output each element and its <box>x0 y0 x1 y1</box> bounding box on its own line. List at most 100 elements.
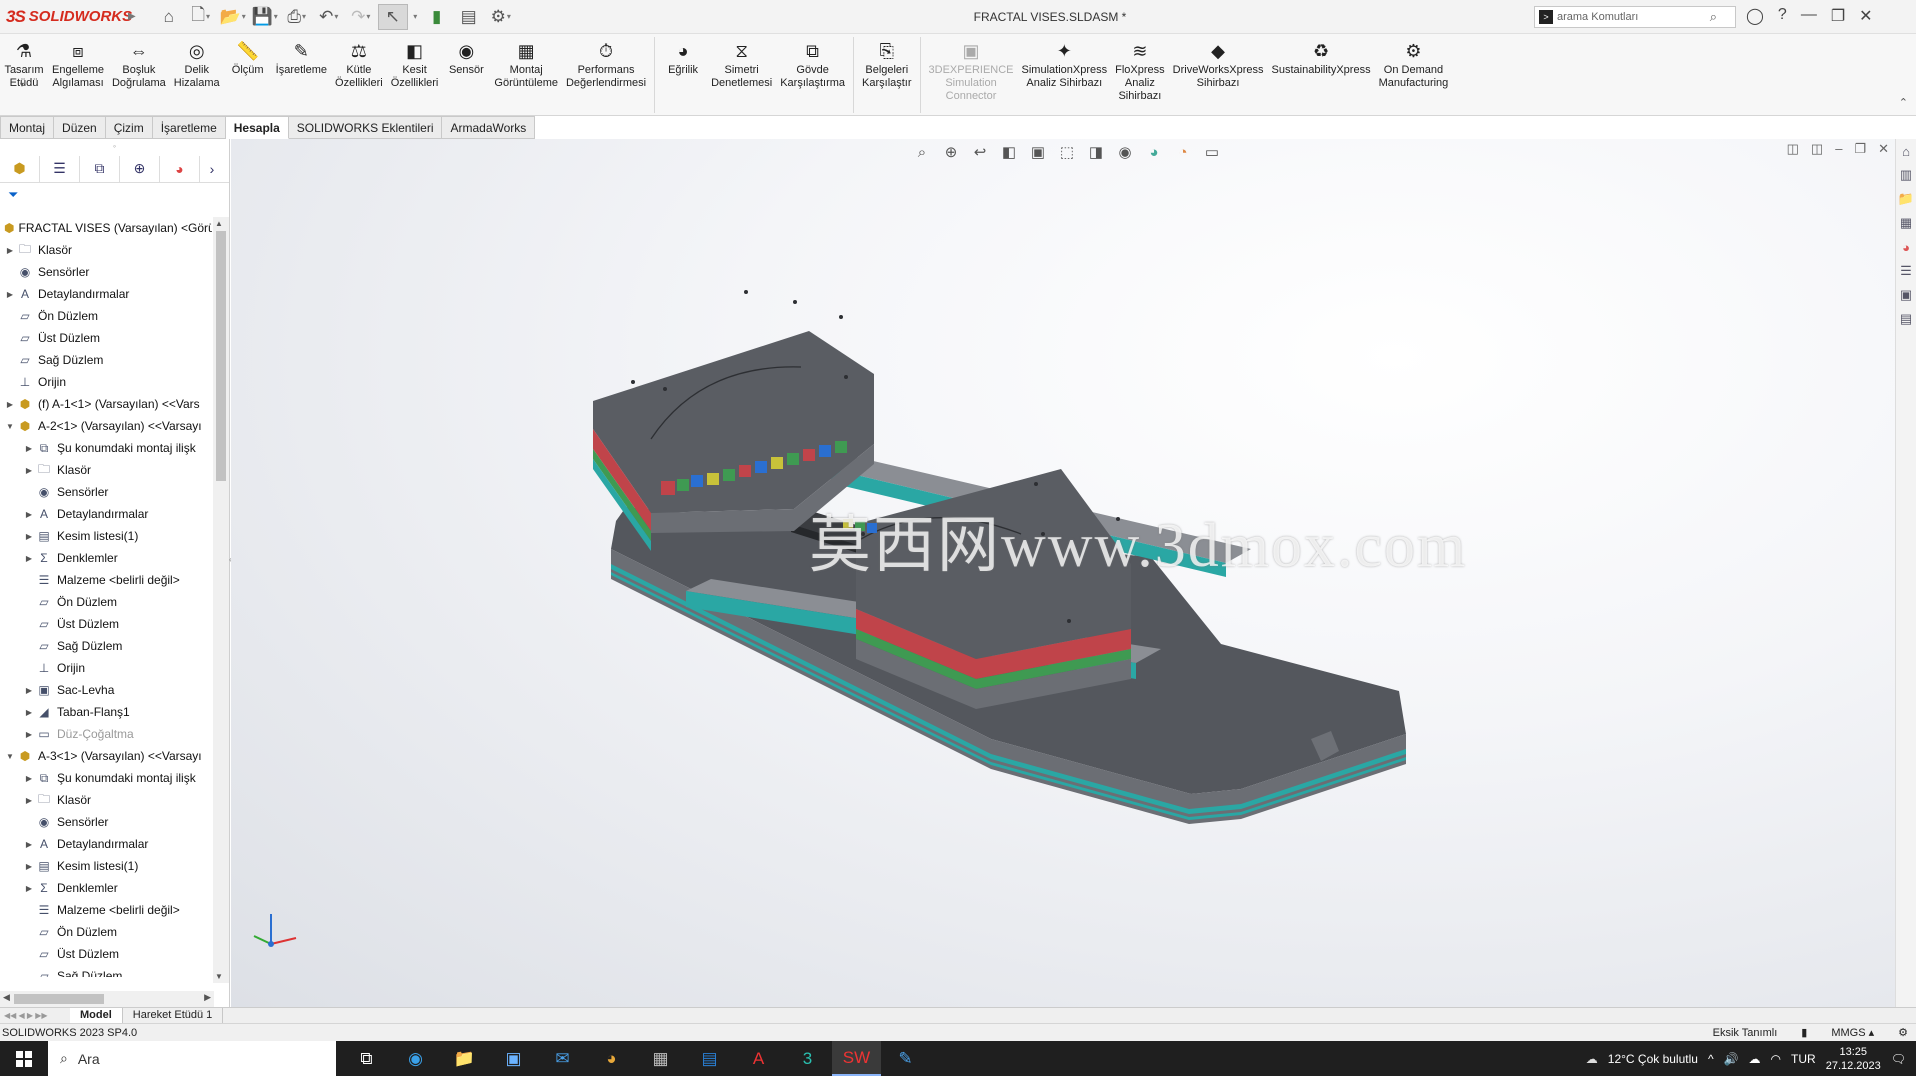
tree-item[interactable]: ▶ A Detaylandırmalar <box>0 833 212 855</box>
clock[interactable]: 13:25 27.12.2023 <box>1826 1045 1881 1073</box>
tree-item[interactable]: ▶ 🗀 Klasör <box>0 459 212 481</box>
taskbar-search[interactable]: ⌕ Ara <box>48 1041 336 1076</box>
view-settings-icon[interactable]: ▭ <box>1199 141 1225 163</box>
tree-item[interactable]: ▱ Ön Düzlem <box>0 591 212 613</box>
expand-arrow-icon[interactable]: ▶ <box>23 862 35 871</box>
rebuild-traffic-light-icon[interactable]: ▮ <box>422 4 452 30</box>
ribbon-button-assembly-view[interactable]: ▦ Montaj Görüntüleme <box>490 34 562 90</box>
expand-arrow-icon[interactable]: ▶ <box>23 840 35 849</box>
tree-item[interactable]: ▱ Üst Düzlem <box>0 943 212 965</box>
unit-system[interactable]: MMGS ▴ <box>1831 1026 1874 1039</box>
tree-item[interactable]: ◉ Sensörler <box>0 261 212 283</box>
tree-item[interactable]: ⬢ FRACTAL VISES (Varsayılan) <Görün <box>0 217 212 239</box>
ribbon-button-clearance[interactable]: ⇔ Boşluk Doğrulama <box>108 34 170 90</box>
windows-start-icon[interactable] <box>0 1041 48 1076</box>
tree-item[interactable]: ▶ Σ Denklemler <box>0 877 212 899</box>
tree-item[interactable]: ▶ 🗀 Klasör <box>0 239 212 261</box>
edit-tool-icon[interactable]: ✎ <box>881 1041 930 1076</box>
view-orientation-icon[interactable]: ⬚ <box>1054 141 1080 163</box>
section-view-icon[interactable]: ◧ <box>996 141 1022 163</box>
expand-arrow-icon[interactable]: ▶ <box>23 532 35 541</box>
store-icon[interactable]: ▣ <box>489 1041 538 1076</box>
ribbon-button-3dx[interactable]: ▣ 3DEXPERIENCE Simulation Connector <box>925 34 1018 103</box>
home-icon[interactable]: ⌂ <box>154 4 184 30</box>
viewport-minimize-icon[interactable]: – <box>1835 141 1842 157</box>
tree-item[interactable]: ☰ Malzeme <belirli değil> <box>0 899 212 921</box>
tree-item[interactable]: ▱ Ön Düzlem <box>0 921 212 943</box>
appearances-icon[interactable]: ◕ <box>1896 235 1916 259</box>
tree-item[interactable]: ⊥ Orijin <box>0 657 212 679</box>
tab-2[interactable]: Çizim <box>105 116 153 139</box>
ribbon-button-section[interactable]: ◧ Kesit Özellikleri <box>387 34 443 90</box>
dynamic-annotation-icon[interactable]: ▣ <box>1025 141 1051 163</box>
ribbon-button-doc-compare[interactable]: ⎘ Belgeleri Karşılaştır <box>858 34 916 90</box>
tab-5[interactable]: SOLIDWORKS Eklentileri <box>288 116 443 139</box>
onedrive-icon[interactable]: ☁ <box>1749 1052 1761 1066</box>
expand-arrow-icon[interactable]: ▶ <box>23 708 35 717</box>
tree-item[interactable]: ▱ Üst Düzlem <box>0 327 212 349</box>
solidworks-taskbar-icon[interactable]: SW <box>832 1041 881 1076</box>
tree-item[interactable]: ▶ ◢ Taban-Flanş1 <box>0 701 212 723</box>
expand-arrow-icon[interactable]: ▶ <box>23 884 35 893</box>
ribbon-button-simxpress[interactable]: ✦ SimulationXpress Analiz Sihirbazı <box>1018 34 1112 90</box>
scroll-thumb[interactable] <box>216 231 226 481</box>
taskbar-search-input[interactable]: Ara <box>78 1051 100 1067</box>
help-icon[interactable]: ? <box>1778 6 1787 26</box>
search-icon[interactable]: ⌕ <box>1710 9 1717 25</box>
tab-4[interactable]: Hesapla <box>225 116 289 139</box>
tree-filter-icon[interactable]: ⏷ <box>0 183 229 207</box>
expand-arrow-icon[interactable]: ▶ <box>4 400 16 409</box>
tree-item[interactable]: ◉ Sensörler <box>0 481 212 503</box>
pointer-dropdown-icon[interactable]: ▾ <box>410 4 420 30</box>
ribbon-button-body-compare[interactable]: ⧉ Gövde Karşılaştırma <box>776 34 849 90</box>
tab-0[interactable]: Montaj <box>0 116 55 139</box>
ribbon-button-hole-align[interactable]: ◎ Delik Hizalama <box>170 34 224 90</box>
definition-status[interactable]: Eksik Tanımlı <box>1713 1027 1778 1039</box>
feature-manager-tab-icon[interactable]: ⬢ <box>0 155 40 182</box>
viewport-close-icon[interactable]: ✕ <box>1878 141 1889 157</box>
ribbon-button-sensor[interactable]: ◉ Sensör <box>442 34 490 77</box>
tree-item[interactable]: ☰ Malzeme <belirli değil> <box>0 569 212 591</box>
tree-item[interactable]: ▶ ▤ Kesim listesi(1) <box>0 525 212 547</box>
tree-item[interactable]: ▶ 🗀 Klasör <box>0 789 212 811</box>
ribbon-button-sustainability[interactable]: ♻ SustainabilityXpress <box>1268 34 1375 77</box>
open-icon[interactable]: 📂 ▾ <box>218 4 248 30</box>
panel-grip-icon[interactable]: ◦ <box>0 139 229 155</box>
customize-icon[interactable]: ⚙ <box>1898 1026 1908 1039</box>
solidworks-logo[interactable]: 3S SOLIDWORKS <box>0 7 132 27</box>
wifi-icon[interactable]: ◠ <box>1771 1052 1781 1066</box>
display-manager-tab-icon[interactable]: ◕ <box>160 155 200 182</box>
print-icon[interactable]: ⎙ ▾ <box>282 4 312 30</box>
tree-item[interactable]: ▼ ⬢ A-2<1> (Varsayılan) <<Varsayı <box>0 415 212 437</box>
edge-browser-icon[interactable]: ◉ <box>391 1041 440 1076</box>
ribbon-button-interference[interactable]: ⧈ Engelleme Algılaması <box>48 34 108 90</box>
expand-arrow-icon[interactable]: ▶ <box>23 510 35 519</box>
property-manager-tab-icon[interactable]: ☰ <box>40 155 80 182</box>
tree-vertical-scrollbar[interactable]: ▲ ▼ <box>213 217 229 983</box>
calculator-app-icon[interactable]: ▦ <box>636 1041 685 1076</box>
file-explorer-icon[interactable]: 📁 <box>1896 187 1916 211</box>
ribbon-button-driveworks[interactable]: ◆ DriveWorksXpress Sihirbazı <box>1169 34 1268 90</box>
expand-arrow-icon[interactable]: ▶ <box>4 246 16 255</box>
tab-motion-study[interactable]: Hareket Etüdü 1 <box>123 1008 224 1023</box>
command-search-box[interactable]: > arama Komutları ⌕ <box>1534 6 1736 28</box>
hscroll-thumb[interactable] <box>14 994 104 1004</box>
tree-item[interactable]: ▱ Sağ Düzlem <box>0 349 212 371</box>
custom-properties-icon[interactable]: ☰ <box>1896 259 1916 283</box>
tree-item[interactable]: ▼ ⬢ A-3<1> (Varsayılan) <<Varsayı <box>0 745 212 767</box>
tab-1[interactable]: Düzen <box>54 116 106 139</box>
tree-item[interactable]: ▶ ⧉ Şu konumdaki montaj ilişk <box>0 437 212 459</box>
tab-scroll-arrows[interactable]: ◀◀ ◀ ▶ ▶▶ <box>0 1011 70 1020</box>
display-style-icon[interactable]: ◨ <box>1083 141 1109 163</box>
graphics-viewport[interactable]: 莫西网www.3dmox.com ⌕ ⊕ ↩ ◧ ▣ ⬚ ◨ ◉ ◕ ◔ ▭ ◫… <box>231 139 1895 1007</box>
ribbon-button-ondemand[interactable]: ⚙ On Demand Manufacturing <box>1375 34 1453 90</box>
ribbon-button-symmetry[interactable]: ⧖ Simetri Denetlemesi <box>707 34 776 90</box>
chrome-icon[interactable]: ◕ <box>587 1041 636 1076</box>
tab-6[interactable]: ArmadaWorks <box>442 116 536 139</box>
tree-item[interactable]: ▱ Sağ Düzlem <box>0 635 212 657</box>
scroll-down-icon[interactable]: ▼ <box>215 972 223 981</box>
undo-icon[interactable]: ↶ ▾ <box>314 4 344 30</box>
save-icon[interactable]: 💾 ▾ <box>250 4 280 30</box>
hide-show-items-icon[interactable]: ◉ <box>1112 141 1138 163</box>
weather-text[interactable]: 12°C Çok bulutlu <box>1608 1052 1698 1066</box>
